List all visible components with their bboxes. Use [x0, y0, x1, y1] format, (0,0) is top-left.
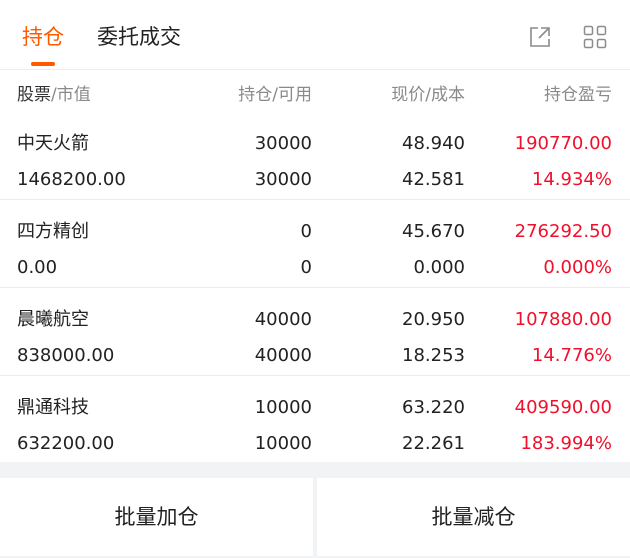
stock-name: 四方精创 [17, 221, 89, 242]
header-stock: 股票 [17, 85, 51, 105]
header-pnl: 持仓盈亏 [544, 85, 612, 105]
pnl-percent: 14.776% [531, 345, 612, 366]
column-header: 股票/市值 持仓/可用 现价/成本 持仓盈亏 [0, 72, 630, 112]
market-value: 0.00 [17, 257, 58, 278]
position-qty: 30000 [254, 133, 312, 154]
stock-name: 晨曦航空 [17, 309, 89, 330]
cost-price: 0.000 [413, 257, 465, 278]
header-market-value: /市值 [51, 85, 91, 105]
external-link-icon[interactable] [527, 24, 553, 50]
available-qty: 10000 [254, 433, 312, 454]
tab-orders-label: 委托成交 [97, 25, 181, 49]
stock-name: 鼎通科技 [17, 397, 89, 418]
tab-positions[interactable]: 持仓 [22, 22, 64, 66]
available-qty: 30000 [254, 169, 312, 190]
market-value: 1468200.00 [17, 169, 126, 190]
active-tab-indicator [31, 62, 55, 66]
pnl-percent: 0.000% [543, 257, 612, 278]
positions-panel: 持仓 委托成交 股票/市值 持仓/可用 现价/成本 持仓盈亏 中天火箭 1468… [0, 0, 630, 462]
stock-name: 中天火箭 [17, 133, 89, 154]
pnl-amount: 276292.50 [514, 221, 612, 242]
pnl-amount: 107880.00 [514, 309, 612, 330]
current-price: 20.950 [402, 309, 465, 330]
market-value: 838000.00 [17, 345, 115, 366]
batch-add-button[interactable]: 批量加仓 [0, 478, 313, 556]
available-qty: 0 [300, 257, 312, 278]
pnl-percent: 14.934% [531, 169, 612, 190]
table-row[interactable]: 中天火箭 1468200.00 30000 30000 48.940 42.58… [0, 112, 630, 200]
header-price: 现价/成本 [391, 85, 465, 105]
table-row[interactable]: 四方精创 0.00 0 0 45.670 0.000 276292.50 0.0… [0, 200, 630, 288]
market-value: 632200.00 [17, 433, 115, 454]
pnl-percent: 183.994% [520, 433, 612, 454]
header-stock-value: 股票/市值 [17, 80, 91, 105]
available-qty: 40000 [254, 345, 312, 366]
tab-orders[interactable]: 委托成交 [97, 22, 181, 52]
position-qty: 10000 [254, 397, 312, 418]
position-qty: 40000 [254, 309, 312, 330]
tab-bar: 持仓 委托成交 [0, 0, 630, 70]
position-qty: 0 [300, 221, 312, 242]
current-price: 63.220 [402, 397, 465, 418]
tab-positions-label: 持仓 [22, 25, 64, 49]
table-row[interactable]: 晨曦航空 838000.00 40000 40000 20.950 18.253… [0, 288, 630, 376]
current-price: 45.670 [402, 221, 465, 242]
header-position: 持仓/可用 [238, 85, 312, 105]
pnl-amount: 190770.00 [514, 133, 612, 154]
current-price: 48.940 [402, 133, 465, 154]
cost-price: 22.261 [402, 433, 465, 454]
table-row[interactable]: 鼎通科技 632200.00 10000 10000 63.220 22.261… [0, 376, 630, 464]
grid-icon[interactable] [582, 24, 608, 50]
cost-price: 42.581 [402, 169, 465, 190]
cost-price: 18.253 [402, 345, 465, 366]
batch-reduce-button[interactable]: 批量减仓 [317, 478, 630, 556]
pnl-amount: 409590.00 [514, 397, 612, 418]
